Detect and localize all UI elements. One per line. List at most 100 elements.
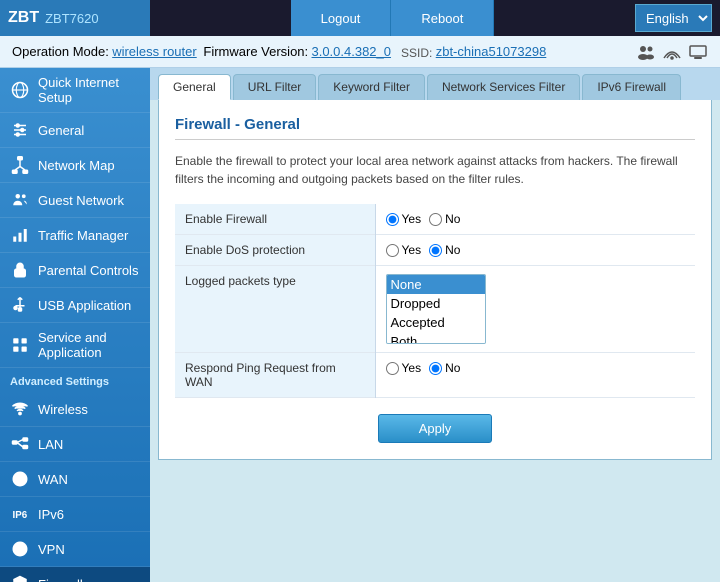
sidebar-item-traffic-manager[interactable]: Traffic Manager [0, 218, 150, 253]
option-none[interactable]: None [387, 275, 485, 294]
sidebar-item-label: Network Map [38, 158, 115, 173]
option-accepted[interactable]: Accepted [387, 313, 485, 332]
sidebar-item-lan[interactable]: LAN [0, 427, 150, 462]
respond-ping-yes[interactable]: Yes [386, 361, 422, 375]
sidebar-item-label: IPv6 [38, 507, 64, 522]
sidebar-item-label: Quick Internet Setup [38, 75, 140, 105]
field-value-enable-firewall: Yes No [375, 204, 695, 235]
main-layout: Quick Internet Setup General Network Map… [0, 68, 720, 582]
tab-url-filter[interactable]: URL Filter [233, 74, 317, 100]
ssid-label: SSID: [401, 46, 432, 60]
content-area: General URL Filter Keyword Filter Networ… [150, 68, 720, 582]
info-bar: Operation Mode: wireless router Firmware… [0, 36, 720, 68]
apply-button[interactable]: Apply [378, 414, 493, 443]
enable-firewall-yes-radio[interactable] [386, 213, 399, 226]
vpn-icon [10, 539, 30, 559]
sliders-icon [10, 120, 30, 140]
enable-firewall-no[interactable]: No [429, 212, 460, 226]
field-label-logged-packets: Logged packets type [175, 266, 375, 353]
operation-mode-link[interactable]: wireless router [112, 44, 197, 59]
top-bar: ZBT ZBT7620 Logout Reboot English [0, 0, 720, 36]
apply-button-area: Apply [175, 414, 695, 443]
sidebar-item-label: Guest Network [38, 193, 124, 208]
dos-protection-yes-radio[interactable] [386, 244, 399, 257]
sidebar-item-firewall[interactable]: Firewall [0, 567, 150, 582]
sidebar-item-parental-controls[interactable]: Parental Controls [0, 253, 150, 288]
dos-protection-no-radio[interactable] [429, 244, 442, 257]
field-value-logged-packets: None Dropped Accepted Both [375, 266, 695, 353]
tab-keyword-filter[interactable]: Keyword Filter [318, 74, 425, 100]
sidebar-item-vpn[interactable]: VPN [0, 532, 150, 567]
firmware-link[interactable]: 3.0.0.4.382_0 [311, 44, 391, 59]
reboot-button[interactable]: Reboot [391, 0, 494, 36]
sidebar-item-general[interactable]: General [0, 113, 150, 148]
panel-description: Enable the firewall to protect your loca… [175, 152, 695, 188]
enable-firewall-radio-group: Yes No [386, 212, 686, 226]
people-icon [10, 190, 30, 210]
option-both[interactable]: Both [387, 332, 485, 344]
sidebar-item-guest-network[interactable]: Guest Network [0, 183, 150, 218]
tab-network-services-filter[interactable]: Network Services Filter [427, 74, 580, 100]
respond-ping-radio-group: Yes No [386, 361, 686, 375]
network-icon [10, 155, 30, 175]
sidebar-item-wireless[interactable]: Wireless [0, 392, 150, 427]
sidebar-item-quick-internet-setup[interactable]: Quick Internet Setup [0, 68, 150, 113]
sidebar-item-label: Traffic Manager [38, 228, 128, 243]
sidebar: Quick Internet Setup General Network Map… [0, 68, 150, 582]
ipv6-icon: IP6 [10, 504, 30, 524]
tab-general[interactable]: General [158, 74, 231, 100]
field-label-dos-protection: Enable DoS protection [175, 235, 375, 266]
sidebar-item-wan[interactable]: WAN [0, 462, 150, 497]
firewall-icon [10, 574, 30, 582]
table-row-enable-firewall: Enable Firewall Yes No [175, 204, 695, 235]
field-label-respond-ping: Respond Ping Request from WAN [175, 353, 375, 398]
device-icon [688, 44, 708, 60]
users-icon [636, 44, 656, 60]
enable-firewall-no-radio[interactable] [429, 213, 442, 226]
wan-icon [10, 469, 30, 489]
top-nav: Logout Reboot [150, 0, 635, 36]
usb-icon [10, 295, 30, 315]
advanced-settings-title: Advanced Settings [0, 368, 150, 392]
logout-button[interactable]: Logout [291, 0, 392, 36]
sidebar-item-service-and-application[interactable]: Service and Application [0, 323, 150, 368]
sidebar-item-label: VPN [38, 542, 65, 557]
field-label-enable-firewall: Enable Firewall [175, 204, 375, 235]
lock-icon [10, 260, 30, 280]
sidebar-item-label: Firewall [38, 577, 83, 582]
tabs-bar: General URL Filter Keyword Filter Networ… [150, 68, 720, 100]
wifi-icon [10, 399, 30, 419]
dos-protection-yes[interactable]: Yes [386, 243, 422, 257]
sidebar-item-network-map[interactable]: Network Map [0, 148, 150, 183]
field-value-dos-protection: Yes No [375, 235, 695, 266]
sidebar-item-label: WAN [38, 472, 68, 487]
respond-ping-no[interactable]: No [429, 361, 460, 375]
language-select[interactable]: English [635, 4, 712, 32]
ssid-value[interactable]: zbt-china51073298 [436, 44, 547, 59]
table-row-respond-ping: Respond Ping Request from WAN Yes No [175, 353, 695, 398]
sidebar-item-ipv6[interactable]: IP6 IPv6 [0, 497, 150, 532]
apps-icon [10, 335, 30, 355]
sidebar-item-label: Service and Application [38, 330, 140, 360]
logged-packets-select[interactable]: None Dropped Accepted Both [386, 274, 486, 344]
globe-icon [10, 80, 30, 100]
table-row-dos-protection: Enable DoS protection Yes No [175, 235, 695, 266]
svg-text:IP6: IP6 [13, 510, 28, 521]
sidebar-item-label: LAN [38, 437, 63, 452]
sidebar-item-label: Parental Controls [38, 263, 138, 278]
form-table: Enable Firewall Yes No [175, 204, 695, 398]
enable-firewall-yes[interactable]: Yes [386, 212, 422, 226]
logo-text: ZBT [8, 9, 39, 27]
content-panel: Firewall - General Enable the firewall t… [158, 100, 712, 460]
sidebar-item-label: General [38, 123, 84, 138]
sidebar-item-usb-application[interactable]: USB Application [0, 288, 150, 323]
signal-icon [662, 44, 682, 60]
option-dropped[interactable]: Dropped [387, 294, 485, 313]
dos-protection-radio-group: Yes No [386, 243, 686, 257]
tab-ipv6-firewall[interactable]: IPv6 Firewall [582, 74, 681, 100]
lan-icon [10, 434, 30, 454]
chart-icon [10, 225, 30, 245]
respond-ping-yes-radio[interactable] [386, 362, 399, 375]
respond-ping-no-radio[interactable] [429, 362, 442, 375]
dos-protection-no[interactable]: No [429, 243, 460, 257]
